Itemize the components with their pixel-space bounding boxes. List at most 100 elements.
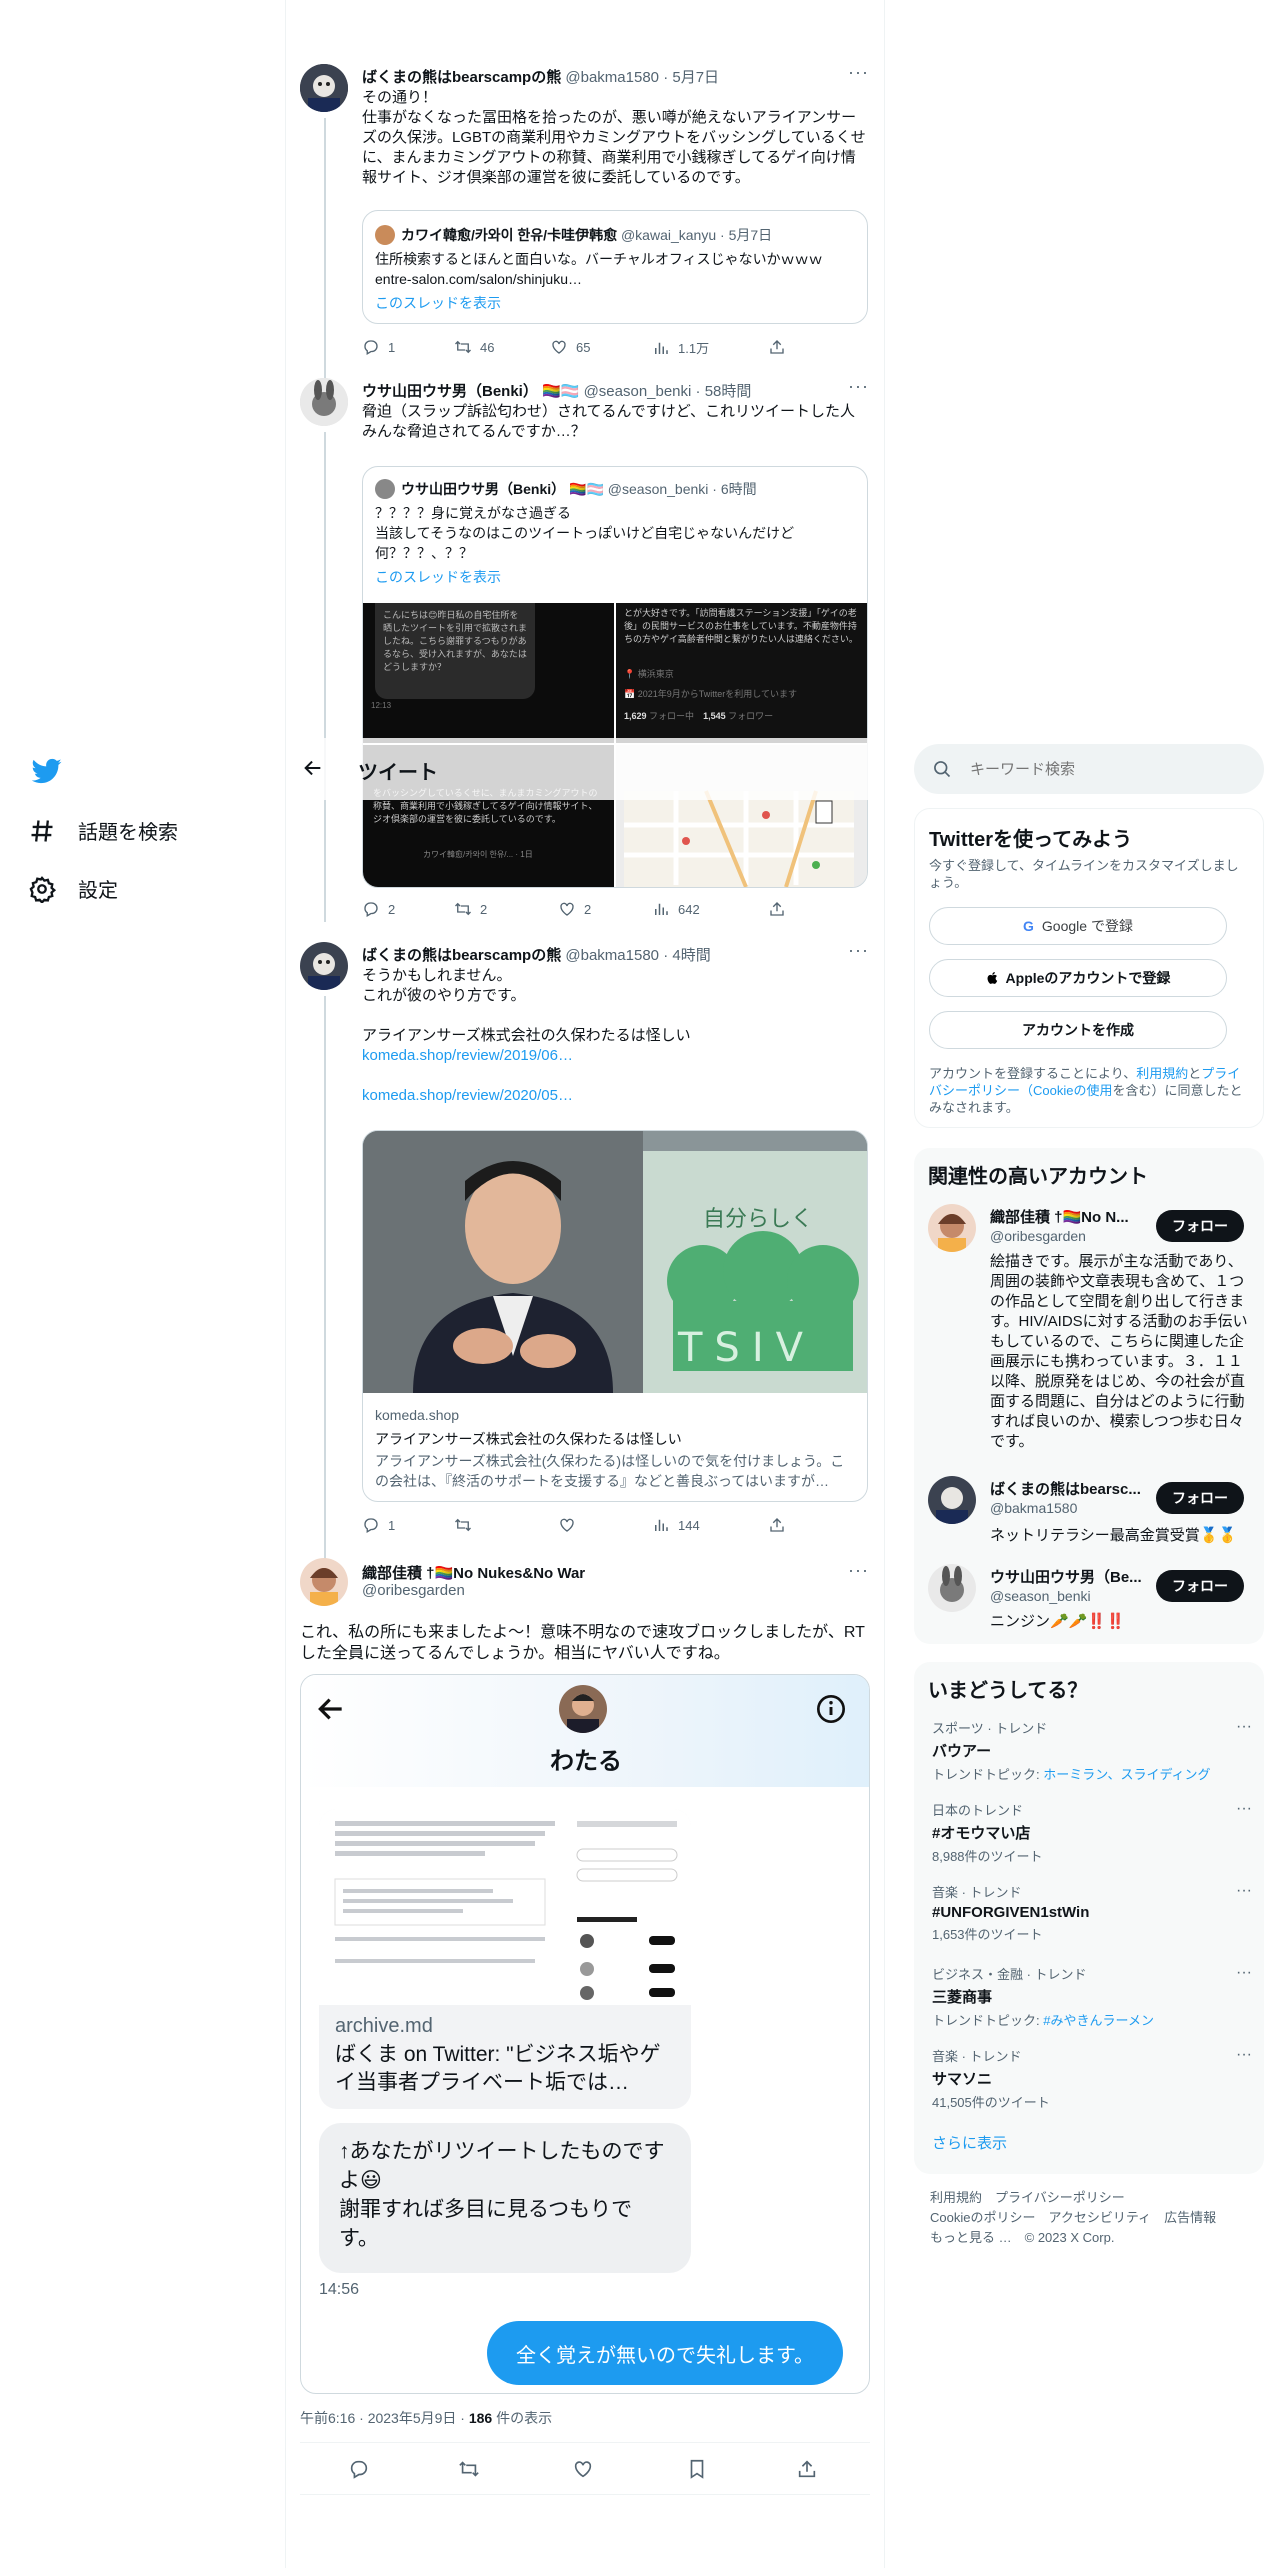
apple-signup-button[interactable]: Appleのアカウントで登録 <box>929 959 1227 997</box>
retweet-button[interactable]: 2 <box>454 900 487 918</box>
reply-button[interactable]: 2 <box>362 900 395 918</box>
retweet-icon <box>455 340 471 354</box>
avatar[interactable] <box>300 378 348 426</box>
reply-button[interactable]: 1 <box>362 338 395 356</box>
main-author-handle[interactable]: @oribesgarden <box>362 1582 465 1599</box>
tweet-date[interactable]: · 4時間 <box>663 947 711 964</box>
footer-more[interactable]: もっと見る … <box>930 2230 1012 2245</box>
quote-image-1[interactable]: こんにちは😊昨日私の自宅住所を晒したツイートを引用で拡散されましたね。こちら謝罪… <box>363 603 614 743</box>
more-icon[interactable]: ··· <box>848 62 869 83</box>
like-button[interactable] <box>572 2458 594 2480</box>
footer-ads[interactable]: 広告情報 <box>1164 2210 1216 2225</box>
quote-tweet[interactable]: カワイ韓愈/카와이 한유/卡哇伊韩愈 @kawai_kanyu · 5月7日 住… <box>362 210 868 324</box>
nav-settings[interactable]: 設定 <box>28 874 118 903</box>
terms-link[interactable]: 利用規約 <box>1136 1066 1188 1081</box>
account-handle[interactable]: @season_benki <box>990 1588 1091 1604</box>
share-button[interactable] <box>768 338 786 356</box>
show-thread-link[interactable]: このスレッドを表示 <box>375 293 501 313</box>
account-handle[interactable]: @bakma1580 <box>990 1500 1077 1516</box>
more-icon[interactable]: ··· <box>1236 1964 1252 1982</box>
avatar[interactable] <box>928 1476 976 1524</box>
more-icon[interactable]: ··· <box>1236 1800 1252 1818</box>
avatar[interactable] <box>300 1558 348 1606</box>
trend-item[interactable]: スポーツ · トレンド バウアー トレンドトピック: ホーミラン、スライディング… <box>932 1718 1252 1783</box>
share-button[interactable] <box>768 1516 786 1534</box>
trend-item[interactable]: 音楽 · トレンド #UNFORGIVEN1stWin 1,653件のツイート … <box>932 1882 1252 1943</box>
share-button[interactable] <box>796 2458 818 2480</box>
more-icon[interactable]: ··· <box>1236 2046 1252 2064</box>
twitter-logo-icon[interactable] <box>32 756 62 786</box>
more-icon[interactable]: ··· <box>848 940 869 961</box>
bookmark-button[interactable] <box>686 2458 708 2480</box>
author-handle[interactable]: @season_benki <box>584 383 692 400</box>
account-name[interactable]: ばくまの熊はbearsc... <box>990 1478 1141 1499</box>
retweet-button[interactable]: 46 <box>454 338 494 356</box>
more-icon[interactable]: ··· <box>848 1560 869 1581</box>
like-button[interactable] <box>558 1516 576 1534</box>
retweet-button[interactable] <box>454 1516 472 1534</box>
avatar[interactable] <box>300 64 348 112</box>
author-name[interactable]: ウサ山田ウサ男（Benki） <box>362 383 538 400</box>
heart-icon <box>574 2461 592 2478</box>
footer-terms[interactable]: 利用規約 <box>930 2190 982 2205</box>
like-button[interactable]: 2 <box>558 900 591 918</box>
account-name[interactable]: 織部佳積 †🏳️‍🌈No N... <box>990 1206 1129 1227</box>
avatar <box>559 1685 607 1733</box>
show-more-link[interactable]: さらに表示 <box>932 2132 1007 2153</box>
apple-icon <box>987 971 997 984</box>
nav-explore[interactable]: 話題を検索 <box>28 816 178 845</box>
back-arrow-icon <box>318 1698 342 1720</box>
author-handle[interactable]: @bakma1580 <box>565 947 659 964</box>
quote-image-2[interactable]: とが大好きです。「訪問看護ステーション支援」「ゲイの老後」の民間サービスのお仕事… <box>616 603 867 743</box>
views-button[interactable]: 144 <box>652 1516 700 1534</box>
follow-button[interactable]: フォロー <box>1156 1210 1244 1242</box>
back-arrow-icon[interactable] <box>302 757 324 779</box>
chart-icon <box>655 1519 668 1531</box>
show-thread-link[interactable]: このスレッドを表示 <box>375 567 501 587</box>
trend-item[interactable]: ビジネス・金融 · トレンド 三菱商事 トレンドトピック: #みやきんラーメン … <box>932 1964 1252 2029</box>
share-button[interactable] <box>768 900 786 918</box>
follow-button[interactable]: フォロー <box>1156 1570 1244 1602</box>
avatar[interactable] <box>928 1564 976 1612</box>
footer-accessibility[interactable]: アクセシビリティ <box>1048 2210 1151 2225</box>
tweet-link[interactable]: komeda.shop/review/2020/05… <box>362 1086 573 1106</box>
account-bio: ニンジン🥕🥕‼️‼️ <box>990 1613 1125 1630</box>
quote-tweet[interactable]: ウサ山田ウサ男（Benki） 🏳️‍🌈🏳️‍⚧️ @season_benki ·… <box>362 466 868 888</box>
more-icon[interactable]: ··· <box>848 376 869 397</box>
author-handle[interactable]: @bakma1580 <box>565 69 659 86</box>
more-icon[interactable]: ··· <box>1236 1718 1252 1736</box>
main-tweet-image[interactable]: わたる archive.md ばくま on Twitter: "ビジネス垢やゲイ… <box>300 1674 870 2394</box>
account-handle[interactable]: @oribesgarden <box>990 1228 1086 1244</box>
tweet-date[interactable]: · 58時間 <box>696 383 752 400</box>
account-name[interactable]: ウサ山田ウサ男（Be... <box>990 1566 1142 1587</box>
create-account-button[interactable]: アカウントを作成 <box>929 1011 1227 1049</box>
google-signup-button[interactable]: G Google で登録 <box>929 907 1227 945</box>
search-input[interactable] <box>970 756 1240 782</box>
author-name[interactable]: ばくまの熊はbearscampの熊 <box>362 947 561 964</box>
avatar[interactable] <box>928 1204 976 1252</box>
more-icon[interactable]: ··· <box>1236 1882 1252 1900</box>
footer-privacy[interactable]: プライバシーポリシー <box>995 2190 1125 2205</box>
link-card[interactable]: 自分らしく TSIV komeda.shop アライアンサーズ株式会社の久保わたる… <box>362 1130 868 1502</box>
quote-date: · 5月7日 <box>720 227 773 243</box>
tweet-link[interactable]: komeda.shop/review/2019/06… <box>362 1046 573 1066</box>
reply-button[interactable]: 1 <box>362 1516 395 1534</box>
retweet-button[interactable] <box>458 2458 480 2480</box>
views-button[interactable]: 1.1万 <box>652 338 709 357</box>
reply-button[interactable] <box>348 2458 370 2480</box>
cookie-link[interactable]: （Cookieの使用 <box>1020 1083 1112 1098</box>
follow-button[interactable]: フォロー <box>1156 1482 1244 1514</box>
trend-item[interactable]: 日本のトレンド #オモウマい店 8,988件のツイート ··· <box>932 1800 1252 1865</box>
trends-panel: いまどうしてる？ スポーツ · トレンド バウアー トレンドトピック: ホーミラ… <box>914 1662 1264 2174</box>
signup-subtitle: 今すぐ登録して、タイムラインをカスタマイズしましょう。 <box>929 858 1239 890</box>
quote-author-handle: @season_benki <box>607 481 709 497</box>
trend-item[interactable]: 音楽 · トレンド サマソニ 41,505件のツイート ··· <box>932 2046 1252 2111</box>
views-button[interactable]: 642 <box>652 900 700 918</box>
author-name[interactable]: ばくまの熊はbearscampの熊 <box>362 69 561 86</box>
footer-cookie[interactable]: Cookieのポリシー <box>930 2210 1035 2225</box>
main-author-name[interactable]: 織部佳積 †🏳️‍🌈No Nukes&No War <box>362 1562 585 1583</box>
avatar[interactable] <box>300 942 348 990</box>
tweet-date[interactable]: · 5月7日 <box>663 69 719 86</box>
search-box[interactable] <box>914 744 1264 794</box>
like-button[interactable]: 65 <box>550 338 590 356</box>
